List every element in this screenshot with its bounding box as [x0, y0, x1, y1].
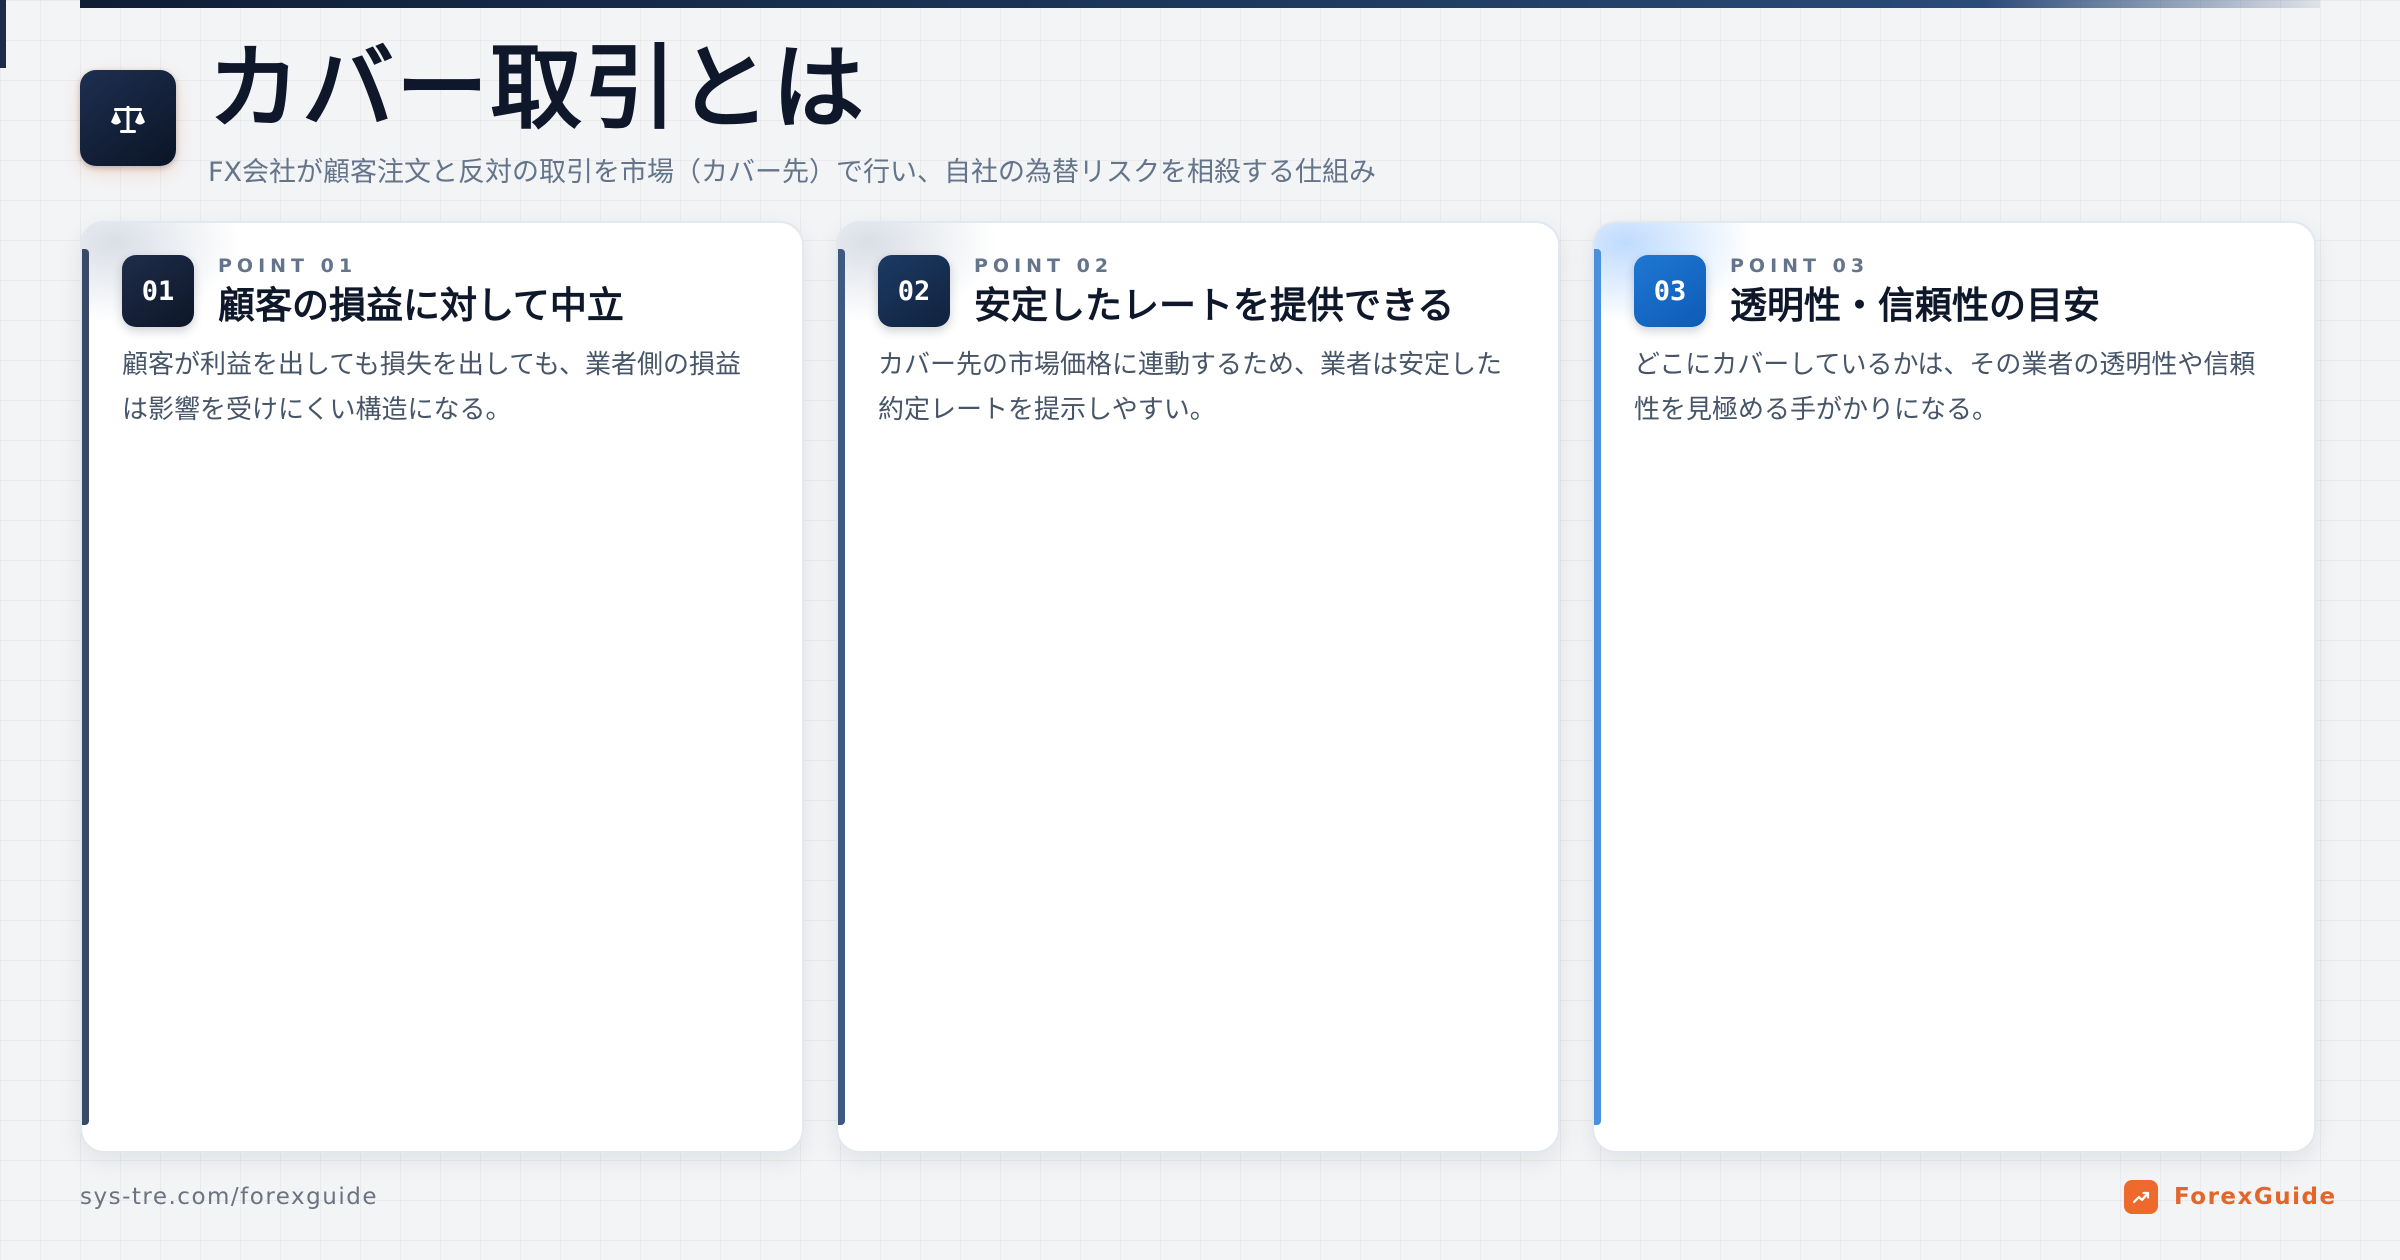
point-number-badge: 03: [1634, 255, 1706, 327]
footer-brand-name: ForexGuide: [2174, 1184, 2337, 1210]
card-description: 顧客が利益を出しても損失を出しても、業者側の損益は影響を受けにくい構造になる。: [122, 350, 742, 425]
card-description: どこにカバーしているかは、その業者の透明性や信頼性を見極める手がかりになる。: [1634, 350, 2256, 425]
page-subtitle: FX会社が顧客注文と反対の取引を市場（カバー先）で行い、自社の為替リスクを相殺す…: [208, 157, 1377, 188]
footer-url[interactable]: sys-tre.com/forexguide: [80, 1184, 378, 1210]
card-accent-stripe: [1594, 249, 1601, 1125]
card-description: カバー先の市場価格に連動するため、業者は安定した約定レートを提示しやすい。: [878, 350, 1503, 425]
page-title: カバー取引とは: [208, 35, 867, 142]
card-title: 顧客の損益に対して中立: [218, 284, 624, 327]
point-number-badge: 01: [122, 255, 194, 327]
card-title: 安定したレートを提供できる: [974, 284, 1455, 327]
point-label: POINT 03: [1730, 255, 1870, 277]
point-card-1: 01 POINT 01 顧客の損益に対して中立 顧客が利益を出しても損失を出して…: [80, 221, 804, 1153]
card-accent-stripe: [82, 249, 89, 1125]
card-title: 透明性・信頼性の目安: [1730, 284, 2100, 327]
top-accent-bar: [80, 0, 2320, 8]
point-label: POINT 02: [974, 255, 1114, 277]
point-number-badge: 02: [878, 255, 950, 327]
point-label: POINT 01: [218, 255, 358, 277]
point-card-2: 02 POINT 02 安定したレートを提供できる カバー先の市場価格に連動する…: [836, 221, 1560, 1153]
point-card-3: 03 POINT 03 透明性・信頼性の目安 どこにカバーしているかは、その業者…: [1592, 221, 2316, 1153]
left-edge-accent: [0, 0, 6, 68]
trending-up-icon: [2124, 1180, 2158, 1214]
card-accent-stripe: [838, 249, 845, 1125]
scale-icon: [80, 70, 176, 166]
